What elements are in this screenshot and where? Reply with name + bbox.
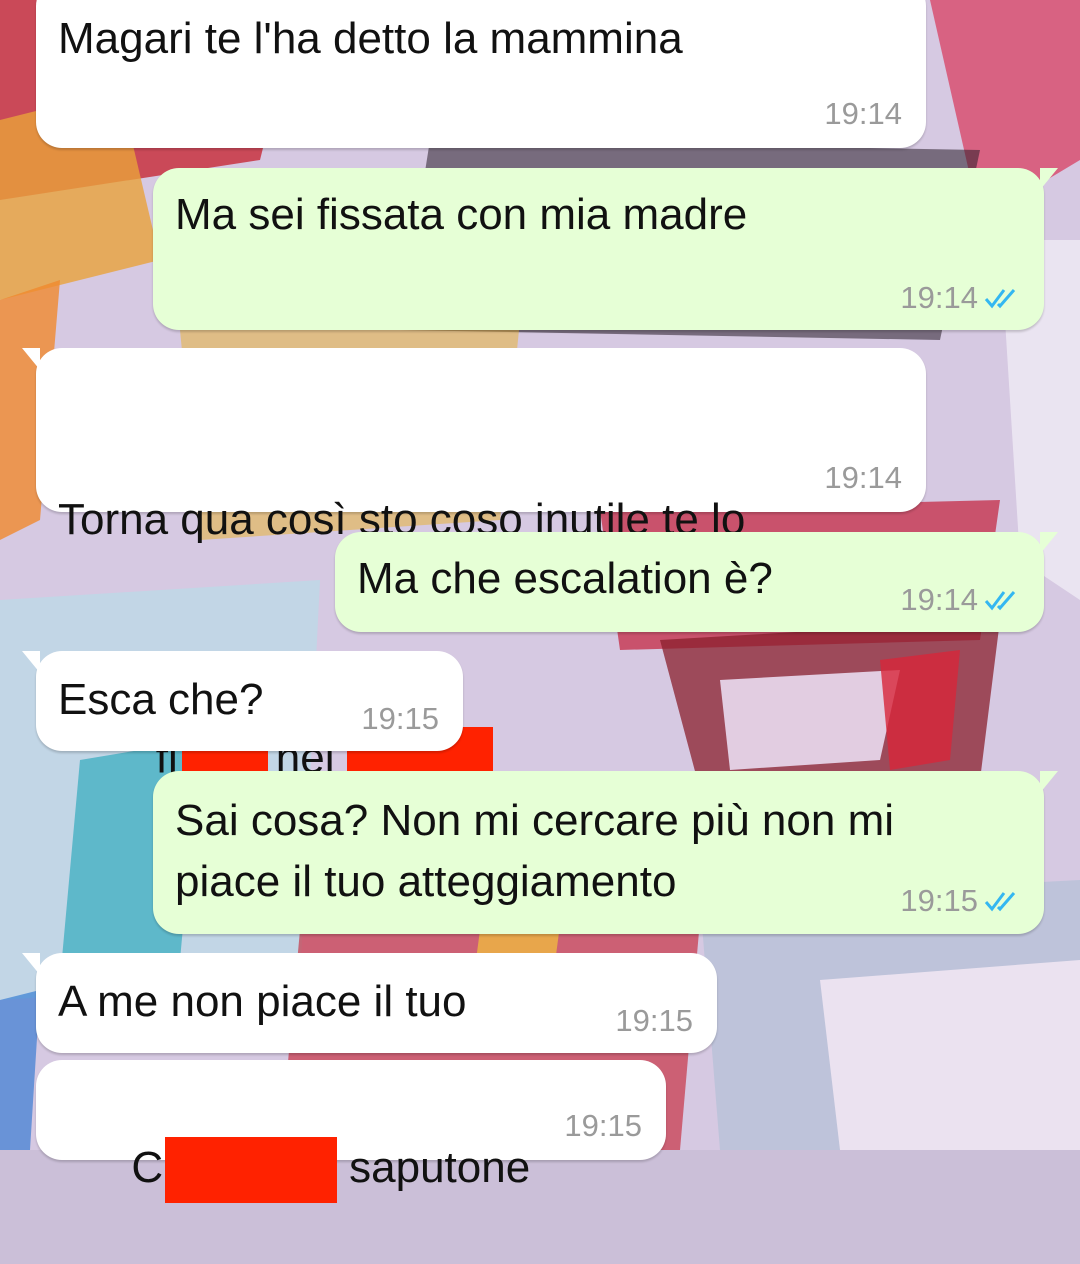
message-text: Ma sei fissata con mia madre (175, 190, 748, 239)
message-text: Csaputone (58, 1076, 644, 1264)
bubble-tail (1040, 532, 1058, 554)
message-timestamp: 19:14 (900, 280, 978, 315)
bubble-tail (22, 953, 40, 975)
message-timestamp: 19:15 (361, 701, 439, 736)
message-bubble-incoming[interactable]: Csaputone 19:15 (36, 1060, 666, 1204)
redaction-block (165, 1137, 338, 1204)
message-timestamp: 19:15 (615, 1003, 693, 1038)
message-text: Sai cosa? Non mi cercare più non mi piac… (175, 796, 894, 906)
message-bubble-outgoing[interactable]: Ma che escalation è? 19:14 (335, 532, 1058, 632)
read-ticks-icon (984, 591, 1016, 611)
message-bubble-incoming[interactable]: Esca che? 19:15 (22, 651, 463, 751)
message-bubble-outgoing[interactable]: Sai cosa? Non mi cercare più non mi piac… (153, 771, 1058, 934)
message-timestamp: 19:15 (564, 1108, 642, 1143)
bubble-tail (1040, 168, 1058, 190)
read-ticks-icon (984, 892, 1016, 912)
message-timestamp: 19:14 (824, 460, 902, 495)
message-timestamp: 19:14 (900, 582, 978, 617)
message-list[interactable]: Magari te l'ha detto la mammina 19:14 Ma… (0, 0, 1080, 1204)
read-ticks-icon (984, 289, 1016, 309)
message-text: Magari te l'ha detto la mammina (58, 14, 683, 63)
bubble-tail (22, 651, 40, 673)
message-bubble-outgoing[interactable]: Ma sei fissata con mia madre 19:14 (153, 168, 1058, 330)
message-text: A me non piace il tuo (58, 977, 467, 1026)
text-fragment: C (131, 1143, 164, 1192)
message-bubble-incoming[interactable]: Torna qua così sto coso inutile te lo fi… (22, 348, 926, 795)
text-fragment: saputone (349, 1143, 531, 1192)
message-bubble-incoming[interactable]: A me non piace il tuo 19:15 (22, 953, 717, 1053)
bubble-tail (1040, 771, 1058, 793)
message-bubble-incoming[interactable]: Magari te l'ha detto la mammina 19:14 (36, 0, 926, 148)
message-timestamp: 19:14 (824, 96, 902, 131)
message-timestamp: 19:15 (900, 883, 978, 918)
bubble-tail (22, 348, 40, 370)
